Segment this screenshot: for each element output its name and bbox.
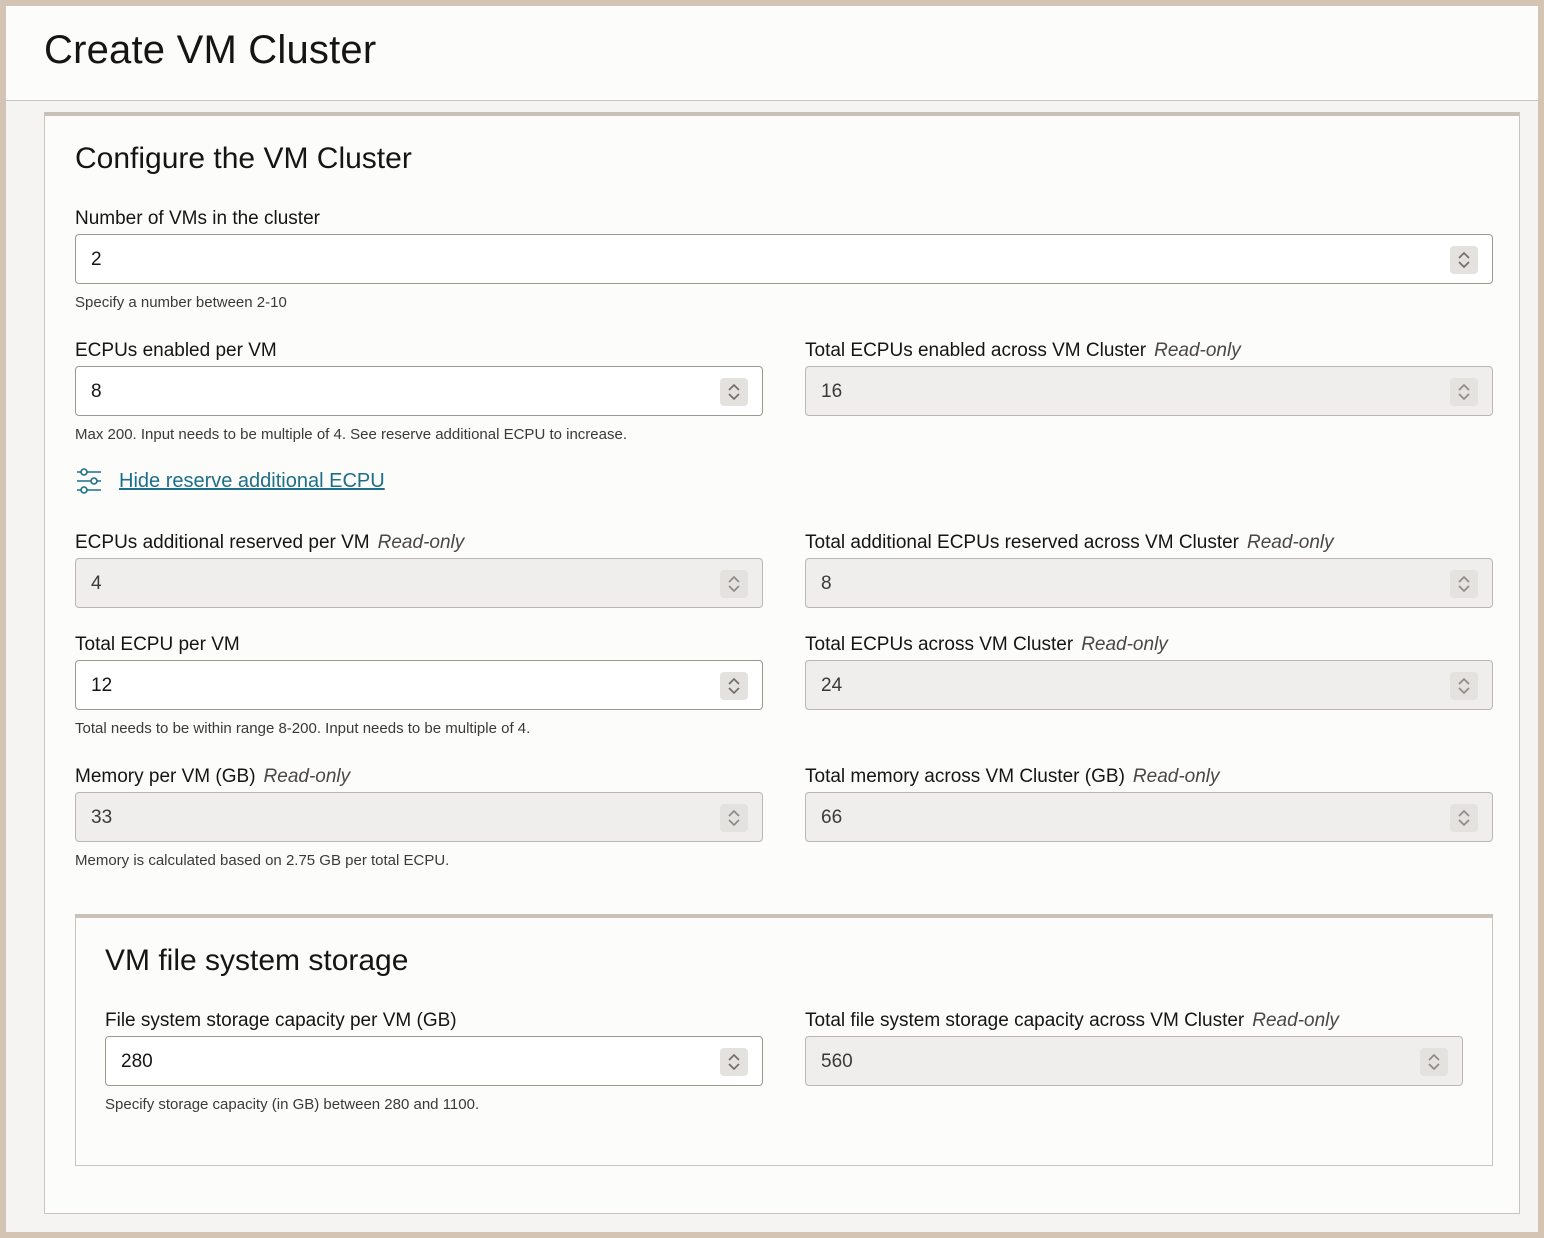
additional-reserved-per-vm-label: ECPUs additional reserved per VM Read-onl… — [75, 532, 465, 553]
num-vms-input[interactable]: 2 — [75, 234, 1493, 284]
memory-per-vm-help: Memory is calculated based on 2.75 GB pe… — [75, 852, 450, 869]
ecpus-per-vm-stepper[interactable] — [720, 378, 748, 406]
stepper-chevrons-icon — [728, 677, 740, 695]
readonly-tag: Read-only — [1132, 766, 1220, 787]
total-additional-reserved-field: 8 — [805, 558, 1493, 608]
num-vms-value[interactable]: 2 — [91, 249, 102, 271]
storage-per-vm-stepper[interactable] — [720, 1048, 748, 1076]
num-vms-help: Specify a number between 2-10 — [75, 294, 287, 311]
readonly-tag: Read-only — [377, 532, 465, 553]
storage-section-title: VM file system storage — [105, 944, 409, 977]
stepper-chevrons-icon — [1428, 1053, 1440, 1071]
stepper-chevrons-icon — [728, 575, 740, 593]
readonly-tag: Read-only — [1154, 340, 1241, 361]
total-ecpus-cluster-label: Total ECPUs across VM Cluster Read-only — [805, 634, 1168, 655]
stepper-chevrons-icon — [728, 1053, 740, 1071]
storage-per-vm-help: Specify storage capacity (in GB) between… — [105, 1096, 480, 1113]
storage-total-value: 560 — [821, 1051, 853, 1072]
hide-reserve-ecpu-text[interactable]: Hide reserve additional ECPU — [119, 470, 385, 493]
stepper-chevrons-icon — [1458, 575, 1470, 593]
configure-section-title: Configure the VM Cluster — [75, 142, 412, 175]
ecpus-per-vm-help: Max 200. Input needs to be multiple of 4… — [75, 426, 627, 443]
stepper-chevrons-icon — [728, 809, 740, 827]
readonly-tag: Read-only — [263, 766, 351, 787]
readonly-tag: Read-only — [1247, 532, 1334, 553]
total-ecpus-cluster-field: 24 — [805, 660, 1493, 710]
page-header: Create VM Cluster — [6, 6, 1538, 101]
storage-per-vm-label: File system storage capacity per VM (GB) — [105, 1010, 457, 1031]
storage-total-stepper — [1420, 1048, 1448, 1076]
storage-total-field: 560 — [805, 1036, 1463, 1086]
total-ecpus-enabled-label: Total ECPUs enabled across VM Cluster Rea… — [805, 340, 1241, 361]
total-ecpus-cluster-stepper — [1450, 672, 1478, 700]
sliders-icon — [77, 468, 101, 494]
additional-reserved-per-vm-value: 4 — [91, 573, 102, 594]
total-ecpus-enabled-field: 16 — [805, 366, 1493, 416]
total-memory-field: 66 — [805, 792, 1493, 842]
additional-reserved-per-vm-field: 4 — [75, 558, 763, 608]
stepper-chevrons-icon — [1458, 809, 1470, 827]
memory-per-vm-label: Memory per VM (GB) Read-only — [75, 766, 351, 787]
total-ecpus-cluster-value: 24 — [821, 675, 843, 696]
total-ecpu-per-vm-label: Total ECPU per VM — [75, 634, 240, 655]
readonly-tag: Read-only — [1252, 1010, 1339, 1031]
configure-panel: Configure the VM Cluster Number of VMs i… — [44, 112, 1520, 1214]
total-additional-reserved-label: Total additional ECPUs reserved across V… — [805, 532, 1334, 553]
total-additional-reserved-value: 8 — [821, 573, 832, 594]
total-additional-reserved-stepper — [1450, 570, 1478, 598]
additional-reserved-per-vm-stepper — [720, 570, 748, 598]
memory-per-vm-stepper — [720, 804, 748, 832]
total-ecpu-per-vm-value[interactable]: 12 — [91, 675, 112, 697]
total-ecpu-per-vm-stepper[interactable] — [720, 672, 748, 700]
total-memory-stepper — [1450, 804, 1478, 832]
ecpus-per-vm-value[interactable]: 8 — [91, 381, 102, 403]
readonly-tag: Read-only — [1081, 634, 1168, 655]
stepper-chevrons-icon — [728, 383, 740, 401]
num-vms-label: Number of VMs in the cluster — [75, 208, 320, 229]
total-ecpu-per-vm-input[interactable]: 12 — [75, 660, 763, 710]
total-memory-value: 66 — [821, 807, 843, 828]
ecpus-per-vm-label: ECPUs enabled per VM — [75, 340, 277, 361]
storage-per-vm-value[interactable]: 280 — [121, 1051, 153, 1073]
memory-per-vm-value: 33 — [91, 807, 113, 828]
total-ecpus-enabled-value: 16 — [821, 381, 843, 402]
stepper-chevrons-icon — [1458, 251, 1470, 269]
window: Create VM Cluster Configure the VM Clust… — [6, 6, 1538, 1232]
total-memory-label: Total memory across VM Cluster (GB) Read-… — [805, 766, 1220, 787]
ecpus-per-vm-input[interactable]: 8 — [75, 366, 763, 416]
storage-total-label: Total file system storage capacity acros… — [805, 1010, 1339, 1031]
stepper-chevrons-icon — [1458, 383, 1470, 401]
total-ecpu-per-vm-help: Total needs to be within range 8-200. In… — [75, 720, 531, 737]
stepper-chevrons-icon — [1458, 677, 1470, 695]
storage-panel: VM file system storage File system stora… — [75, 914, 1493, 1166]
page-title: Create VM Cluster — [44, 28, 377, 72]
total-ecpus-enabled-stepper — [1450, 378, 1478, 406]
storage-per-vm-input[interactable]: 280 — [105, 1036, 763, 1086]
memory-per-vm-field: 33 — [75, 792, 763, 842]
num-vms-stepper[interactable] — [1450, 246, 1478, 274]
